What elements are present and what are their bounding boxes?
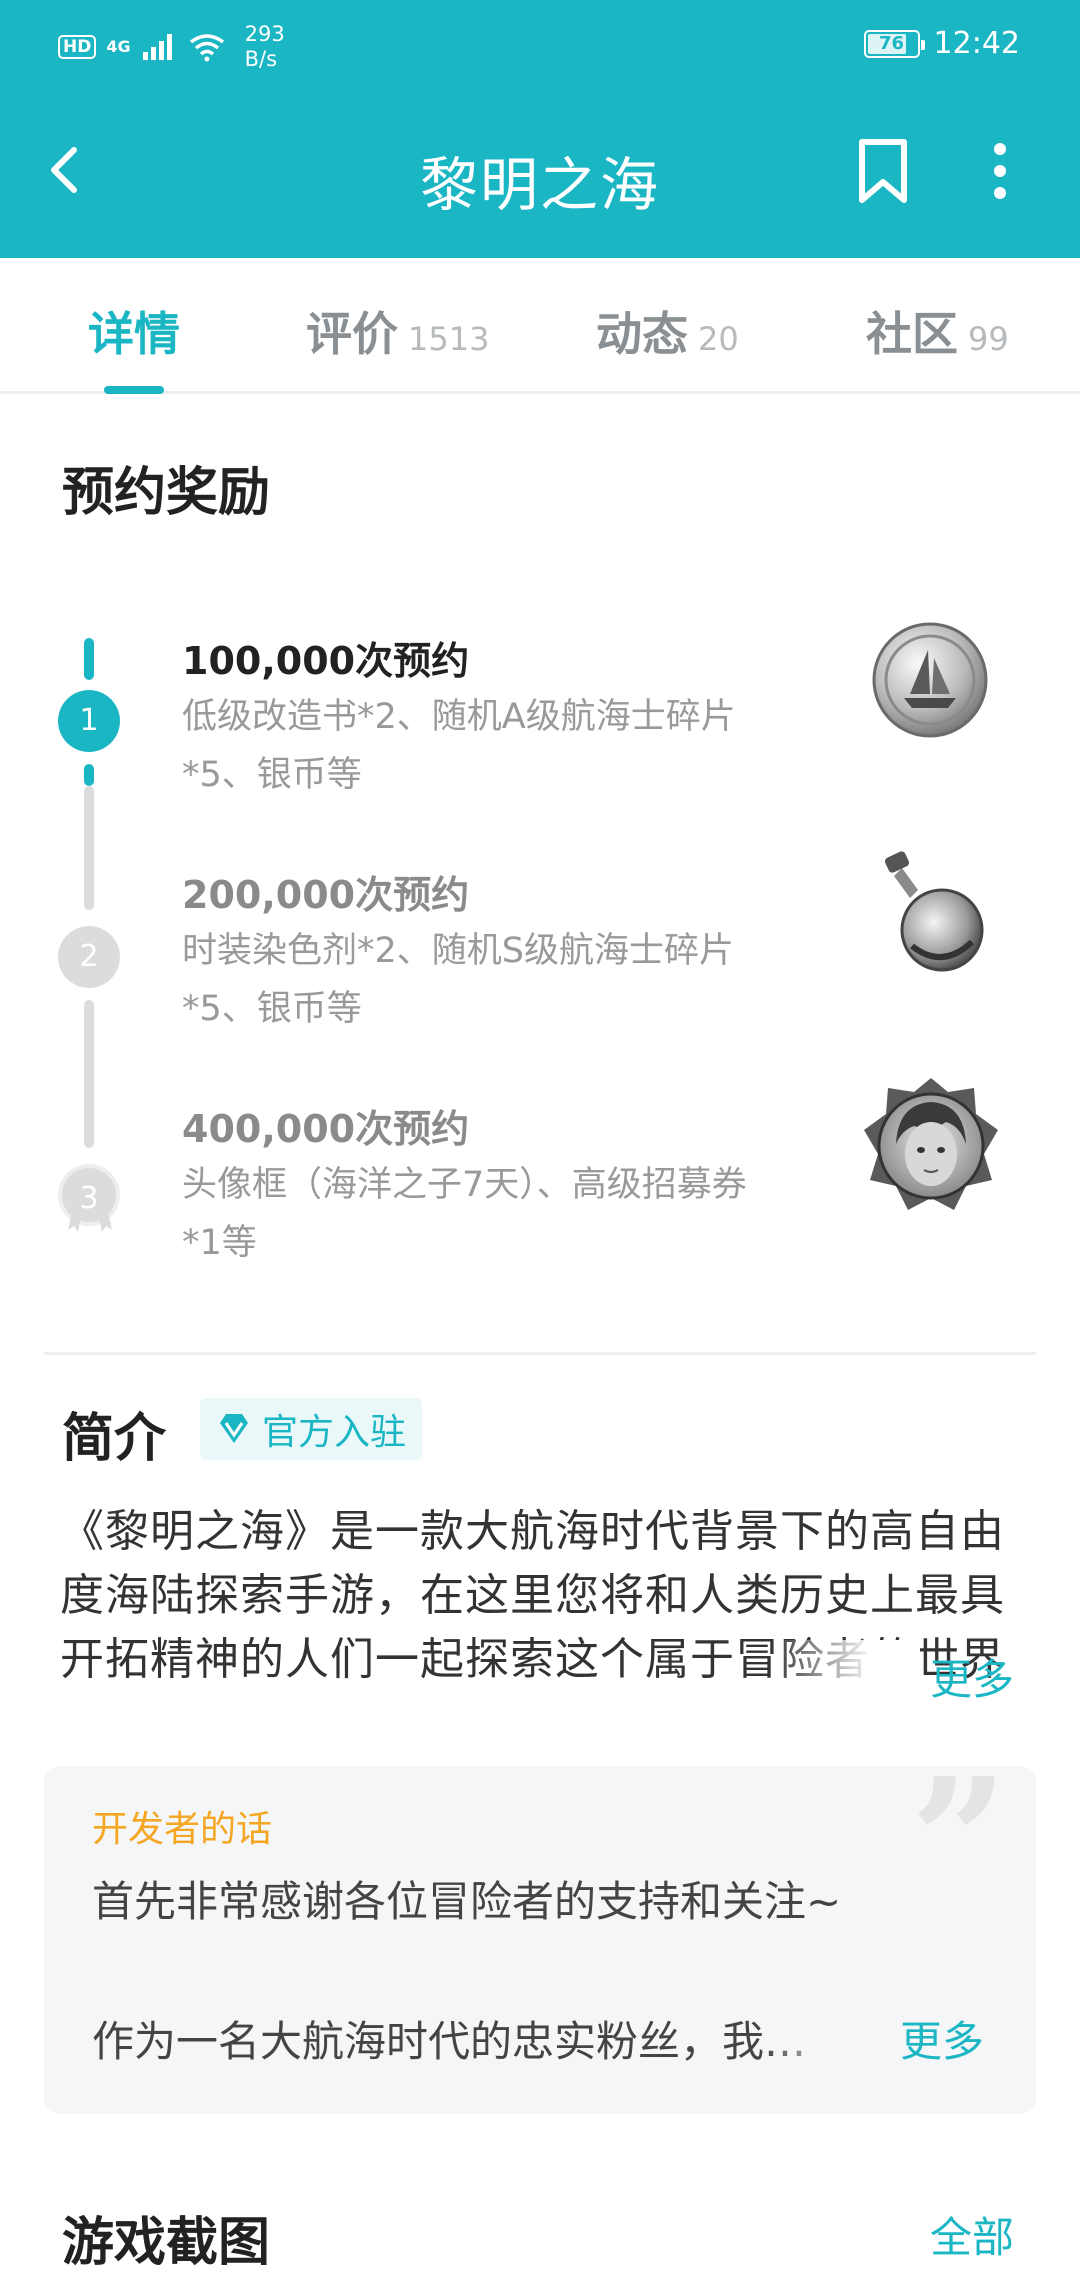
status-bar: HD 4G 293 B/s 76 12:42: [0, 0, 1080, 90]
tab-reviews[interactable]: 评价 1513: [306, 298, 489, 364]
more-vertical-icon: [994, 143, 1006, 199]
developer-note-line-1: 首先非常感谢各位冒险者的支持和关注~: [92, 1877, 842, 1926]
tab-updates[interactable]: 动态 20: [596, 298, 739, 364]
avatar-frame-icon: [864, 1078, 998, 1210]
reward-desc-1: 低级改造书*2、随机A级航海士碎片*5、银币等: [182, 697, 736, 795]
tab-details[interactable]: 详情: [88, 298, 180, 364]
bookmark-button[interactable]: [848, 136, 918, 206]
reward-title-2: 200,000次预约: [182, 873, 470, 917]
clock: 12:42: [933, 26, 1020, 61]
intro-section-title: 简介: [62, 1409, 167, 1469]
official-badge: 官方入驻: [200, 1398, 423, 1460]
developer-note-card[interactable]: ” 开发者的话 首先非常感谢各位冒险者的支持和关注~ 作为一名大航海时代的忠实粉…: [44, 1756, 1036, 2114]
tab-label: 动态: [596, 307, 688, 361]
step-badge-2: 2: [58, 926, 120, 988]
developer-note-fade: [764, 2006, 894, 2076]
reward-title-3: 400,000次预约: [182, 1107, 470, 1151]
more-options-button[interactable]: [972, 136, 1028, 206]
dye-potion-icon: [884, 851, 984, 972]
hd-indicator: HD: [58, 35, 97, 59]
screenshots-all-link[interactable]: 全部: [930, 2204, 1014, 2265]
tab-label: 详情: [88, 307, 180, 361]
tab-count: 1513: [408, 320, 490, 358]
reward-title-1: 100,000次预约: [182, 639, 470, 683]
tab-community[interactable]: 社区 99: [866, 298, 1009, 364]
timeline-segment: [84, 786, 94, 910]
app-header: HD 4G 293 B/s 76 12:42 黎明之海: [0, 0, 1080, 258]
wifi-icon: [189, 34, 224, 62]
step-badge-1: 1: [58, 690, 120, 752]
timeline-segment: [84, 764, 94, 786]
battery-level: 76: [879, 32, 905, 54]
tab-count: 20: [698, 320, 739, 358]
tab-bar: 详情 评价 1513 动态 20 社区 99: [0, 258, 1080, 394]
screenshots-section-title: 游戏截图: [62, 2213, 271, 2273]
intro-more-link[interactable]: 更多: [930, 1646, 1014, 1707]
tab-label: 社区: [866, 307, 958, 361]
bookmark-icon: [859, 139, 907, 203]
tab-label: 评价: [306, 307, 398, 361]
network-speed: 293 B/s: [244, 22, 285, 71]
timeline-segment: [84, 638, 94, 680]
active-tab-indicator: [104, 386, 164, 394]
rewards-section-title: 预约奖励: [62, 463, 271, 523]
battery-icon: 76: [863, 29, 925, 58]
developer-note-title: 开发者的话: [92, 1809, 273, 1850]
timeline-segment: [84, 1000, 94, 1148]
diamond-icon: [220, 1414, 248, 1443]
developer-note-more-link[interactable]: 更多: [900, 2008, 984, 2069]
page-title: 黎明之海: [419, 151, 660, 219]
reward-desc-2: 时装染色剂*2、随机S级航海士碎片*5、银币等: [182, 931, 734, 1029]
badge-label: 官方入驻: [262, 1412, 407, 1453]
status-right: 76 12:42: [863, 26, 1020, 61]
quote-icon: ”: [910, 1741, 1008, 1941]
silver-coin-ship-icon: [872, 622, 988, 738]
section-divider: [44, 1352, 1036, 1355]
ribbon-icon: [68, 1212, 112, 1232]
nav-bar: 黎明之海: [0, 110, 1080, 230]
intro-fade: [770, 1640, 920, 1710]
network-type: 4G: [106, 37, 131, 56]
tab-count: 99: [968, 320, 1009, 358]
reward-desc-3: 头像框（海洋之子7天）、高级招募券*1等: [182, 1165, 747, 1263]
signal-icon: [142, 34, 172, 60]
status-left: HD 4G 293 B/s: [58, 22, 285, 72]
